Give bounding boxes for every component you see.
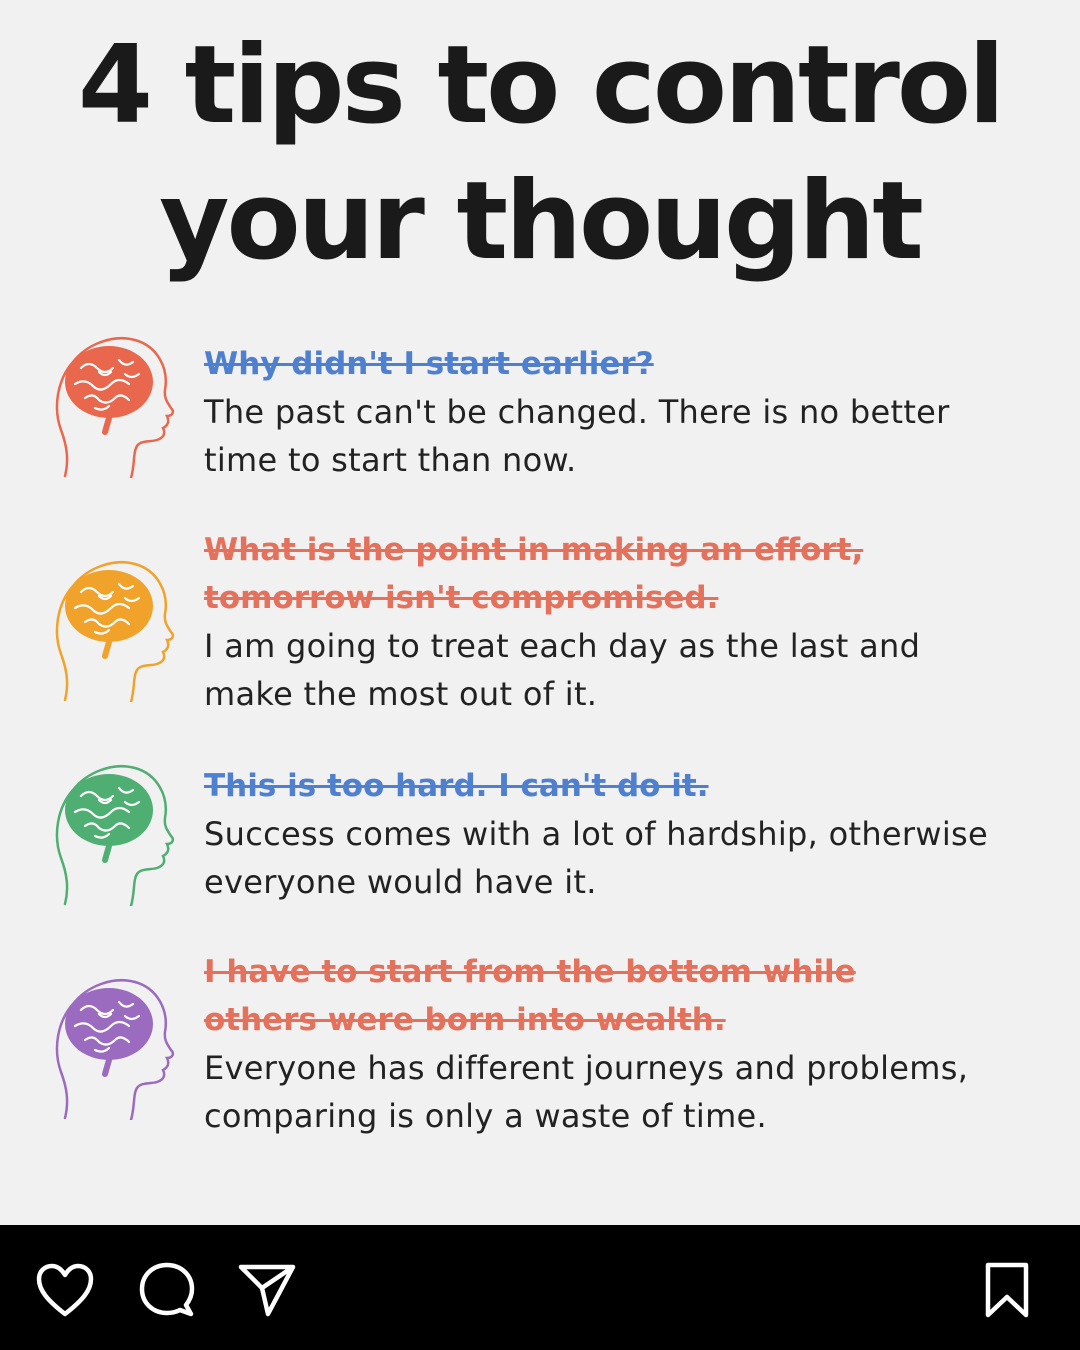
share-icon — [238, 1264, 296, 1317]
new-thought: Everyone has different journeys and prob… — [204, 1049, 969, 1135]
head-brain-icon — [55, 561, 175, 702]
post-image: 4 tips to control your thought Why didn'… — [0, 0, 1080, 1225]
head-brain-icon — [55, 337, 175, 478]
like-button[interactable] — [34, 1259, 96, 1321]
head-brain-icon — [55, 979, 175, 1120]
post-title: 4 tips to control your thought — [77, 23, 1005, 284]
save-button[interactable] — [976, 1259, 1038, 1321]
comment-icon — [139, 1262, 195, 1317]
comment-button[interactable] — [136, 1259, 198, 1321]
old-thought: What is the point in making an effort, t… — [204, 532, 864, 616]
old-thought: Why didn't I start earlier? — [204, 346, 654, 382]
new-thought: The past can't be changed. There is no b… — [204, 393, 950, 479]
action-bar — [0, 1225, 1080, 1350]
new-thought: Success comes with a lot of hardship, ot… — [204, 815, 988, 901]
old-thought: This is too hard. I can't do it. — [204, 768, 709, 804]
share-button[interactable] — [236, 1259, 298, 1321]
heart-icon — [36, 1263, 94, 1317]
bookmark-icon — [985, 1262, 1029, 1318]
old-thought: I have to start from the bottom while ot… — [204, 954, 856, 1038]
head-brain-icon — [55, 765, 175, 906]
new-thought: I am going to treat each day as the last… — [204, 627, 921, 713]
